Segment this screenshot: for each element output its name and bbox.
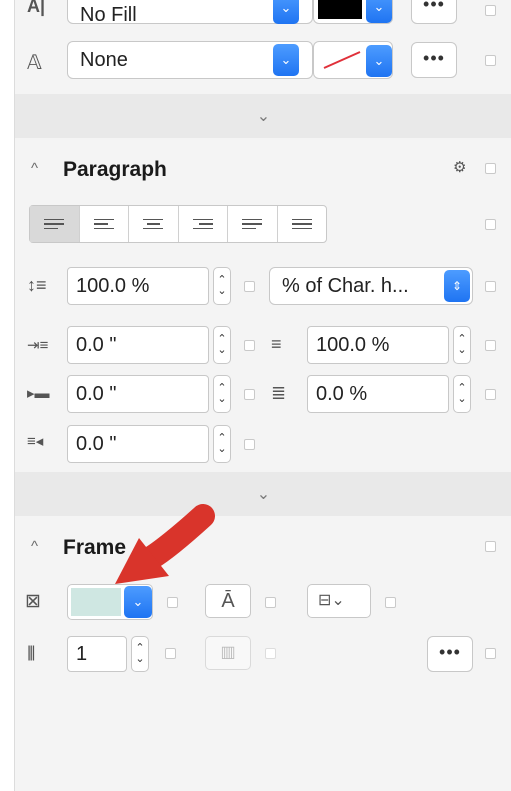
text-fill-more-button[interactable]: ••• xyxy=(411,0,457,24)
first-line-indent-field[interactable]: 0.0 " xyxy=(67,375,209,413)
frame-fill-icon: ⊠ xyxy=(25,591,41,612)
left-indent-icon: ⇥≡ xyxy=(27,337,49,354)
frame-checkbox[interactable] xyxy=(485,541,496,552)
text-stroke-icon: 𝔸 xyxy=(27,52,42,74)
align-center-icon xyxy=(143,218,164,230)
frame-vertical-align-checkbox[interactable] xyxy=(385,597,396,608)
line-spacing-unit-checkbox[interactable] xyxy=(485,281,496,292)
columns-stepper[interactable]: ⌃ ⌄ xyxy=(131,636,149,672)
chevron-up-icon[interactable]: ^ xyxy=(31,538,38,555)
paragraph-checkbox[interactable] xyxy=(485,163,496,174)
text-fill-color-well[interactable]: ⌄ xyxy=(313,0,393,24)
align-justify-left-icon xyxy=(44,218,65,230)
chevron-down-icon: ⌄ xyxy=(256,108,271,125)
paragraph-spacing-stepper[interactable]: ⌃ ⌄ xyxy=(453,375,471,413)
char-width-field[interactable]: 100.0 % xyxy=(307,326,449,364)
text-stroke-color-arrow[interactable]: ⌄ xyxy=(366,45,392,77)
line-spacing-unit-popup[interactable]: % of Char. h... xyxy=(269,267,473,305)
text-stroke-checkbox[interactable] xyxy=(485,55,496,66)
line-spacing-icon: ↕≡ xyxy=(27,275,47,295)
paragraph-spacing-field[interactable]: 0.0 % xyxy=(307,375,449,413)
paragraph-section-expand[interactable]: ⌄ xyxy=(15,472,511,516)
red-arrow-annotation xyxy=(115,504,215,584)
paragraph-spacing-checkbox[interactable] xyxy=(485,389,496,400)
alignment-segmented-control xyxy=(29,205,327,243)
line-spacing-unit-value: % of Char. h... xyxy=(282,275,409,297)
align-justify-all-icon xyxy=(291,218,312,230)
fill-section-expand[interactable]: ⌄ xyxy=(15,94,511,138)
line-spacing-field[interactable]: 100.0 % xyxy=(67,267,209,305)
columns-checkbox[interactable] xyxy=(165,648,176,659)
align-justify-all-button[interactable] xyxy=(278,206,327,242)
columns-icon: ||| xyxy=(27,644,36,661)
column-layout-button: ▥ xyxy=(205,636,251,670)
align-justify-left-button[interactable] xyxy=(30,206,80,242)
text-stroke-color-well[interactable]: ⌄ xyxy=(313,41,393,79)
chevron-down-icon: ⌄ xyxy=(256,486,271,503)
line-spacing-stepper[interactable]: ⌃ ⌄ xyxy=(213,267,231,305)
text-fill-checkbox[interactable] xyxy=(485,5,496,16)
frame-text-inset-checkbox[interactable] xyxy=(265,597,276,608)
align-left-button[interactable] xyxy=(80,206,129,242)
frame-more-checkbox[interactable] xyxy=(485,648,496,659)
align-justify-icon xyxy=(242,218,263,230)
first-line-indent-checkbox[interactable] xyxy=(244,389,255,400)
gear-icon[interactable]: ⚙ xyxy=(453,158,466,176)
text-stroke-more-button[interactable]: ••• xyxy=(411,42,457,78)
right-indent-icon: ≡◂ xyxy=(27,433,44,450)
text-fill-swatch xyxy=(318,0,362,19)
text-fill-color-arrow[interactable]: ⌄ xyxy=(366,0,392,23)
column-layout-checkbox[interactable] xyxy=(265,648,276,659)
char-width-icon: ≡ xyxy=(271,334,282,354)
columns-field[interactable]: 1 xyxy=(67,636,127,672)
alignment-checkbox[interactable] xyxy=(485,219,496,230)
line-spacing-checkbox[interactable] xyxy=(244,281,255,292)
first-line-indent-icon: ▸▬ xyxy=(27,385,50,402)
no-color-slash-icon xyxy=(323,51,361,69)
align-right-button[interactable] xyxy=(179,206,228,242)
frame-more-button[interactable]: ••• xyxy=(427,636,473,672)
inspector-panel: A| No Fill ⌄ ⌄ ••• 𝔸 None ⌄ ⌄ ••• ⌄ ^ Pa… xyxy=(14,0,511,791)
align-right-icon xyxy=(192,218,213,230)
align-left-icon xyxy=(93,218,114,230)
right-indent-checkbox[interactable] xyxy=(244,439,255,450)
text-frame-icon: Ā xyxy=(221,590,235,612)
line-spacing-unit-arrow[interactable]: ⇕ xyxy=(444,270,470,302)
text-fill-value: No Fill xyxy=(80,4,137,24)
frame-vertical-align-popup[interactable]: ⊟⌄ xyxy=(307,584,371,618)
align-center-button[interactable] xyxy=(129,206,179,242)
vertical-align-icon: ⊟⌄ xyxy=(318,592,345,609)
section-title-paragraph: Paragraph xyxy=(63,158,167,181)
chevron-up-icon[interactable]: ^ xyxy=(31,160,38,177)
column-layout-icon: ▥ xyxy=(220,644,236,661)
text-stroke-popup-arrow[interactable]: ⌄ xyxy=(273,44,299,76)
right-indent-field[interactable]: 0.0 " xyxy=(67,425,209,463)
char-width-stepper[interactable]: ⌃ ⌄ xyxy=(453,326,471,364)
left-indent-checkbox[interactable] xyxy=(244,340,255,351)
paragraph-spacing-icon: ≣ xyxy=(271,383,287,403)
char-width-checkbox[interactable] xyxy=(485,340,496,351)
text-stroke-value: None xyxy=(80,49,128,71)
left-indent-field[interactable]: 0.0 " xyxy=(67,326,209,364)
left-indent-stepper[interactable]: ⌃ ⌄ xyxy=(213,326,231,364)
align-justify-button[interactable] xyxy=(228,206,278,242)
text-fill-popup-arrow[interactable]: ⌄ xyxy=(273,0,299,24)
right-indent-stepper[interactable]: ⌃ ⌄ xyxy=(213,425,231,463)
first-line-indent-stepper[interactable]: ⌃ ⌄ xyxy=(213,375,231,413)
text-fill-icon: A| xyxy=(27,0,46,16)
